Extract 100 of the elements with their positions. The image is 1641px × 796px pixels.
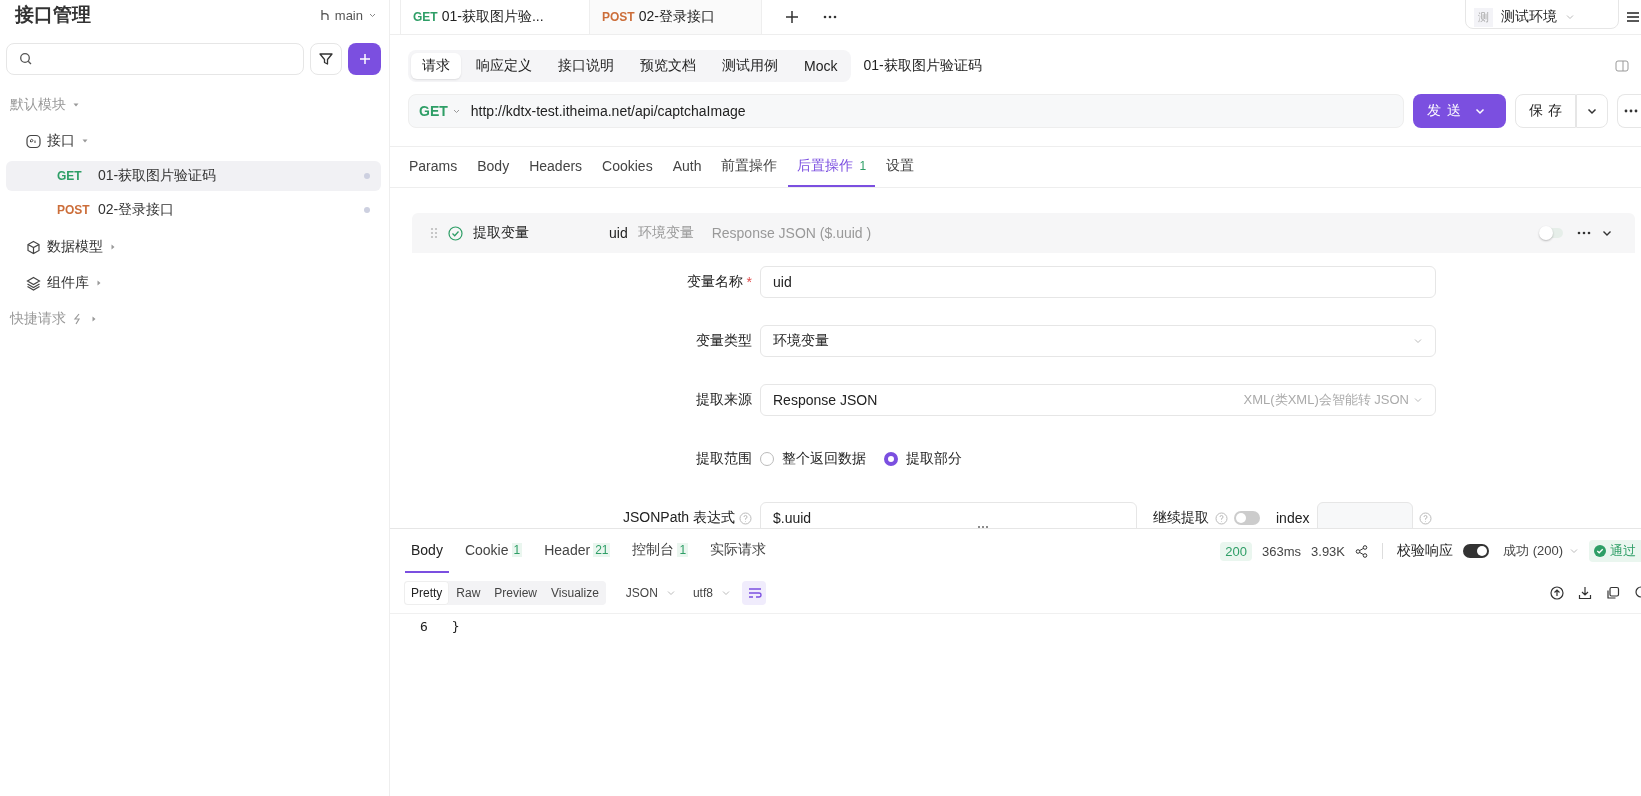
environment-selector[interactable]: 测 测试环境 <box>1465 0 1619 29</box>
send-button[interactable]: 发送 <box>1413 94 1507 128</box>
folder-label[interactable]: 组件库 <box>47 274 89 292</box>
status-code: 200 <box>1220 541 1252 561</box>
caret-icon[interactable] <box>109 243 117 251</box>
folder-label[interactable]: 接口 <box>47 132 75 150</box>
caret-icon[interactable] <box>72 101 80 109</box>
caret-icon[interactable] <box>95 279 103 287</box>
field-label: index <box>1276 510 1310 526</box>
response-tab[interactable]: Body <box>405 529 449 573</box>
cube-icon <box>26 239 41 255</box>
toggle-switch[interactable] <box>1234 511 1260 525</box>
url-field[interactable]: GET http://kdtx-test.itheima.net/api/captchaImage <box>408 94 1405 128</box>
response-tab[interactable]: 实际请求 <box>704 529 773 573</box>
index-field[interactable] <box>1317 502 1414 528</box>
help-icon[interactable] <box>739 511 752 525</box>
radio-option[interactable]: 提取部分 <box>884 450 962 468</box>
layers-icon <box>26 275 41 291</box>
summary-type: 环境变量 <box>637 224 694 242</box>
add-button[interactable] <box>348 43 381 75</box>
view-tab[interactable]: 请求 <box>411 53 461 79</box>
endpoint-item[interactable]: POST 02-登录接口 <box>6 195 381 225</box>
menu-icon[interactable] <box>1627 11 1639 23</box>
request-tab[interactable]: 设置 <box>877 147 924 187</box>
toggle-switch[interactable] <box>1463 544 1490 558</box>
field-label: 提取来源 <box>696 391 752 409</box>
response-tab[interactable]: Cookie 1 <box>458 529 529 573</box>
response-tab[interactable]: Header 21 <box>538 529 617 573</box>
view-tab[interactable]: Mock <box>793 53 849 79</box>
jsonpath-field[interactable]: $.uuid <box>760 502 1137 528</box>
search-icon <box>19 52 33 66</box>
select-field[interactable]: 环境变量 <box>760 325 1436 357</box>
check-icon <box>1594 545 1606 557</box>
request-tab[interactable]: Cookies <box>593 147 662 187</box>
wrap-icon <box>748 587 763 599</box>
api-icon <box>26 133 41 149</box>
request-tab[interactable]: Headers <box>520 147 592 187</box>
request-tab[interactable]: Params <box>400 147 467 187</box>
request-tab[interactable]: Body <box>468 147 519 187</box>
request-tab[interactable]: Auth <box>663 147 711 187</box>
select-field[interactable]: Response JSON XML(类XML)会智能转 JSON <box>760 384 1436 416</box>
field-label: 变量类型 <box>696 332 752 350</box>
share-icon[interactable] <box>1355 544 1369 558</box>
format-tab[interactable]: Pretty <box>404 581 450 605</box>
processor-title: 提取变量 <box>473 224 530 242</box>
view-tab[interactable]: 测试用例 <box>711 53 789 79</box>
select-value: 环境变量 <box>773 332 829 350</box>
search-field[interactable] <box>6 43 304 75</box>
request-title: 01-获取图片验证码 <box>863 57 982 75</box>
file-tab[interactable]: GET 01-获取图片验... <box>400 0 590 34</box>
more-button[interactable] <box>1617 94 1641 128</box>
panel-icon[interactable] <box>1615 59 1629 73</box>
format-tab[interactable]: Visualize <box>544 581 606 605</box>
filter-button[interactable] <box>310 43 342 75</box>
chevron-icon <box>1565 12 1575 22</box>
response-size: 3.93K <box>1311 543 1346 559</box>
response-tab[interactable]: 控制台 1 <box>626 529 695 573</box>
resize-handle-icon[interactable] <box>977 525 989 529</box>
request-tab[interactable]: 后置操作 1 <box>788 147 876 187</box>
save-button[interactable]: 保存 <box>1515 94 1576 128</box>
more-icon <box>1624 109 1638 113</box>
view-tab[interactable]: 接口说明 <box>547 53 625 79</box>
file-tab[interactable]: POST 02-登录接口 <box>590 0 762 34</box>
language-dropdown[interactable]: JSON <box>625 586 673 600</box>
select-value: Response JSON <box>773 392 878 408</box>
more-icon[interactable] <box>1577 231 1591 235</box>
plus-icon[interactable] <box>784 9 800 25</box>
search-icon[interactable] <box>1634 586 1641 600</box>
download-icon[interactable] <box>1578 586 1592 600</box>
request-tab[interactable]: 前置操作 <box>712 147 787 187</box>
upload-icon[interactable] <box>1550 586 1564 600</box>
field-hint: XML(类XML)会智能转 JSON <box>1243 391 1409 409</box>
check-circle-icon[interactable] <box>448 225 463 241</box>
result-selector[interactable]: 成功 (200) <box>1503 542 1579 560</box>
caret-icon[interactable] <box>81 137 89 145</box>
branch-icon <box>319 9 330 21</box>
response-time: 363ms <box>1262 543 1302 559</box>
branch-selector[interactable]: main <box>319 7 377 23</box>
chevron-icon <box>1413 395 1423 405</box>
summary-name: uid <box>609 225 628 241</box>
folder-label[interactable]: 数据模型 <box>47 238 103 256</box>
caret-icon[interactable] <box>90 315 98 323</box>
format-tab[interactable]: Raw <box>449 581 488 605</box>
chevron-icon <box>720 588 731 598</box>
code-line: } <box>451 619 460 634</box>
radio-option[interactable]: 整个返回数据 <box>760 450 866 468</box>
help-icon[interactable] <box>1215 511 1228 525</box>
view-tab[interactable]: 响应定义 <box>465 53 543 79</box>
toggle-switch[interactable] <box>1541 228 1563 238</box>
format-tab[interactable]: Preview <box>487 581 545 605</box>
drag-handle-icon[interactable] <box>430 227 438 239</box>
copy-icon[interactable] <box>1606 586 1620 600</box>
text-field[interactable]: uid <box>760 266 1436 298</box>
view-tab[interactable]: 预览文档 <box>629 53 707 79</box>
encoding-dropdown[interactable]: utf8 <box>692 586 728 600</box>
chevron-icon <box>1569 546 1579 556</box>
wrap-button[interactable] <box>741 581 766 605</box>
validate-label: 校验响应 <box>1397 542 1454 560</box>
endpoint-item[interactable]: GET 01-获取图片验证码 <box>6 161 381 191</box>
help-icon[interactable] <box>1419 511 1433 525</box>
